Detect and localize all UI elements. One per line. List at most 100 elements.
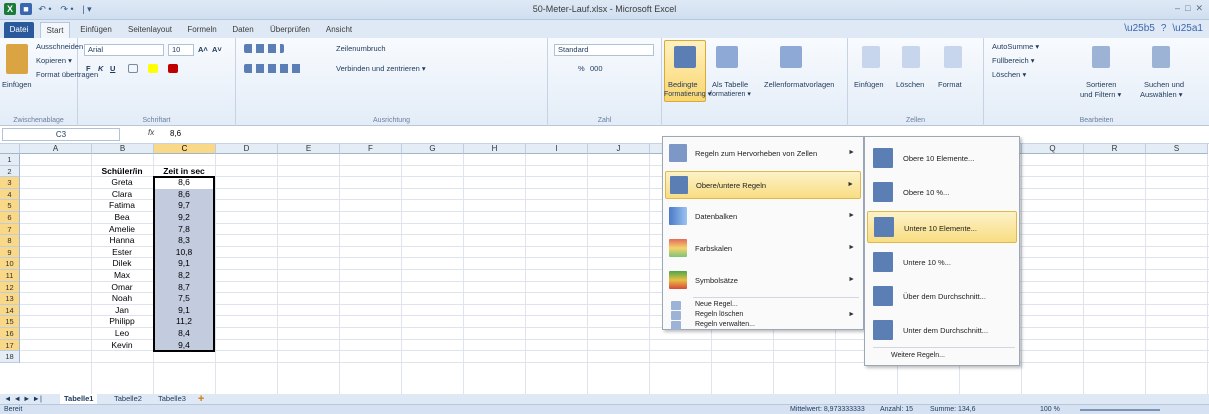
menu-item-data-bars[interactable]: Datenbalken ► (665, 203, 861, 231)
row-header-16[interactable]: 16 (0, 328, 20, 340)
tab-view[interactable]: Ansicht (320, 22, 358, 38)
delete-cells-button[interactable]: Löschen (896, 80, 924, 89)
row-header-12[interactable]: 12 (0, 281, 20, 294)
row-header-13[interactable]: 13 (0, 293, 20, 305)
menu-item-below-average[interactable]: Unter dem Durchschnitt... (867, 315, 1017, 345)
cell-header-name[interactable]: Schüler/in (92, 166, 152, 178)
column-header-c[interactable]: C (154, 144, 216, 154)
window-restore-icon[interactable]: \u25a1 (1172, 23, 1203, 34)
cell-student-name[interactable]: Fatima (92, 200, 152, 212)
cell-styles-button[interactable]: Zellenformatvorlagen (764, 80, 834, 89)
row-header-9[interactable]: 9 (0, 246, 20, 259)
row-header-6[interactable]: 6 (0, 212, 20, 224)
menu-item-color-scales[interactable]: Farbskalen ► (665, 235, 861, 263)
underline-button[interactable]: U (110, 64, 115, 73)
thousands-button[interactable]: 000 (590, 64, 603, 73)
cell-student-name[interactable]: Bea (92, 212, 152, 224)
merge-center-button[interactable]: Verbinden und zentrieren ▾ (336, 64, 426, 73)
formula-input[interactable]: 8,6 (170, 129, 181, 138)
row-header-11[interactable]: 11 (0, 270, 20, 282)
tab-insert[interactable]: Einfügen (74, 22, 118, 38)
close-icon[interactable]: ✕ (1195, 3, 1203, 14)
align-left-icons[interactable] (244, 64, 304, 73)
row-header-15[interactable]: 15 (0, 316, 20, 328)
fill-button[interactable]: Füllbereich ▾ (992, 56, 1035, 65)
format-as-table-button[interactable]: Als Tabelle (712, 80, 748, 89)
sort-filter-button[interactable]: Sortieren (1086, 80, 1116, 89)
worksheet-grid[interactable]: ABCDEFGHIJKLMNOPQRS123456789101112131415… (0, 144, 1209, 399)
paste-icon[interactable] (6, 44, 28, 74)
find-select-icon[interactable] (1152, 46, 1170, 68)
font-name-select[interactable]: Arial (84, 44, 164, 56)
copy-button[interactable]: Kopieren ▾ (36, 56, 72, 65)
tab-formulas[interactable]: Formeln (182, 22, 222, 38)
row-header-14[interactable]: 14 (0, 304, 20, 317)
border-icon[interactable] (128, 64, 138, 73)
column-header-r[interactable]: R (1084, 144, 1146, 154)
column-header-a[interactable]: A (20, 144, 92, 154)
bold-button[interactable]: F (86, 64, 91, 73)
column-header-f[interactable]: F (340, 144, 402, 154)
cell-student-name[interactable]: Leo (92, 328, 152, 340)
cell-student-name[interactable]: Noah (92, 293, 152, 305)
insert-cells-button[interactable]: Einfügen (854, 80, 884, 89)
row-header-10[interactable]: 10 (0, 258, 20, 270)
column-header-s[interactable]: S (1146, 144, 1208, 154)
row-header-18[interactable]: 18 (0, 351, 20, 363)
column-header-e[interactable]: E (278, 144, 340, 154)
sheet-tab-2[interactable]: Tabelle2 (110, 394, 146, 404)
cell-student-name[interactable]: Hanna (92, 235, 152, 247)
italic-button[interactable]: K (98, 64, 103, 73)
tab-data[interactable]: Daten (226, 22, 260, 38)
menu-item-above-average[interactable]: Über dem Durchschnitt... (867, 281, 1017, 311)
font-size-select[interactable]: 10 (168, 44, 194, 56)
column-header-h[interactable]: H (464, 144, 526, 154)
shrink-font-button[interactable]: A˅ (212, 45, 222, 54)
column-header-d[interactable]: D (216, 144, 278, 154)
percent-button[interactable]: % (578, 64, 585, 73)
column-header-g[interactable]: G (402, 144, 464, 154)
cut-button[interactable]: Ausschneiden (36, 42, 83, 51)
cell-student-name[interactable]: Kevin (92, 340, 152, 352)
row-header-1[interactable]: 1 (0, 154, 20, 166)
sheet-tab-1[interactable]: Tabelle1 (60, 394, 98, 404)
cell-student-name[interactable]: Max (92, 270, 152, 282)
format-cells-icon[interactable] (944, 46, 962, 68)
autosum-button[interactable]: AutoSumme ▾ (992, 42, 1039, 51)
row-header-2[interactable]: 2 (0, 165, 20, 178)
cell-student-name[interactable]: Clara (92, 189, 152, 201)
cell-student-name[interactable]: Amelie (92, 224, 152, 236)
font-color-icon[interactable] (168, 64, 178, 73)
fill-color-icon[interactable] (148, 64, 158, 73)
cell-student-name[interactable]: Jan (92, 305, 152, 317)
minimize-ribbon-icon[interactable]: \u25b5 (1124, 23, 1155, 34)
menu-item-top-bottom-rules[interactable]: Obere/untere Regeln ► (665, 171, 861, 199)
column-header-i[interactable]: I (526, 144, 588, 154)
align-top-icons[interactable] (244, 44, 284, 53)
row-header-3[interactable]: 3 (0, 177, 20, 189)
row-header-17[interactable]: 17 (0, 339, 20, 352)
menu-item-top-10-items[interactable]: Obere 10 Elemente... (867, 143, 1017, 173)
find-select-button[interactable]: Suchen und (1144, 80, 1184, 89)
wrap-text-button[interactable]: Zeilenumbruch (336, 44, 386, 53)
menu-item-manage-rules[interactable]: Regeln verwalten... (665, 321, 861, 331)
tab-file[interactable]: Datei (4, 22, 34, 38)
cell-student-name[interactable]: Omar (92, 282, 152, 294)
paste-button[interactable]: Einfügen (2, 80, 32, 89)
row-header-5[interactable]: 5 (0, 200, 20, 212)
delete-cells-icon[interactable] (902, 46, 920, 68)
tab-review[interactable]: Überprüfen (264, 22, 316, 38)
tab-page-layout[interactable]: Seitenlayout (122, 22, 178, 38)
cell-styles-icon[interactable] (780, 46, 802, 68)
maximize-icon[interactable]: □ (1185, 3, 1190, 14)
minimize-icon[interactable]: – (1175, 3, 1180, 14)
cell-student-name[interactable]: Ester (92, 247, 152, 259)
select-all-corner[interactable] (0, 144, 20, 154)
menu-item-top-10-percent[interactable]: Obere 10 %... (867, 177, 1017, 207)
menu-item-icon-sets[interactable]: Symbolsätze ► (665, 267, 861, 295)
menu-item-bottom-10-percent[interactable]: Untere 10 %... (867, 247, 1017, 277)
number-format-select[interactable]: Standard (554, 44, 654, 56)
column-header-j[interactable]: J (588, 144, 650, 154)
help-icon[interactable]: ? (1161, 23, 1167, 34)
cell-student-name[interactable]: Philipp (92, 316, 152, 328)
